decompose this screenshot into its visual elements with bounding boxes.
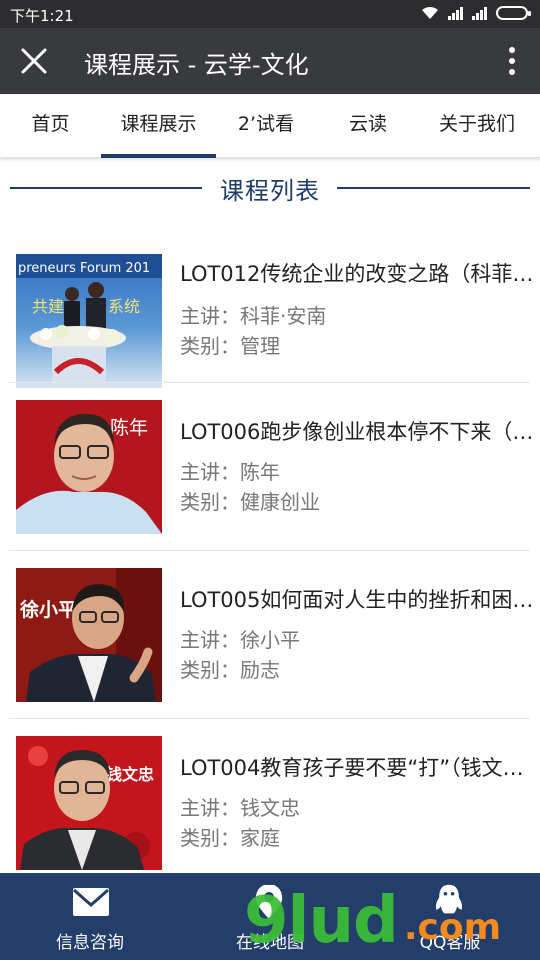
speaker-portrait: 徐小平 xyxy=(16,568,162,702)
speaker-name: 钱文忠 xyxy=(240,796,300,820)
course-item[interactable]: 徐小平 LOT005如何面对人生中的挫折和困难（徐小平） 主讲：徐小平 类别：励… xyxy=(0,550,540,719)
course-speaker: 主讲：科菲·安南 xyxy=(180,300,326,329)
signal-icon-2 xyxy=(472,6,487,20)
qq-penguin-icon xyxy=(435,884,463,914)
status-bar: 下午1:21 xyxy=(0,0,540,28)
course-thumbnail: 陈年 xyxy=(16,400,162,534)
tab-course-showcase[interactable]: 课程展示 xyxy=(101,94,216,158)
speaker-name: 陈年 xyxy=(240,460,280,484)
speaker-portrait: 钱文忠 xyxy=(16,736,162,870)
category-label: 类别： xyxy=(180,826,240,850)
category-label: 类别： xyxy=(180,490,240,514)
category-name: 励志 xyxy=(240,658,280,682)
mail-icon xyxy=(73,888,109,916)
thumb-speaker-name: 陈年 xyxy=(110,417,148,439)
thumb-banner-text-3: 系统 xyxy=(108,297,140,316)
forum-stage-image: preneurs Forum 201 共建 系统 xyxy=(16,254,162,388)
course-item[interactable]: 陈年 LOT006跑步像创业根本停不下来（陈年） 主讲：陈年 类别：健康创业 xyxy=(0,382,540,551)
active-tab-indicator xyxy=(101,154,216,158)
category-label: 类别： xyxy=(180,334,240,358)
tab-cloud-read[interactable]: 云读 xyxy=(316,94,420,158)
course-speaker: 主讲：陈年 xyxy=(180,456,280,485)
category-label: 类别： xyxy=(180,658,240,682)
tab-bar: 首页 课程展示 2’试看 云读 关于我们 xyxy=(0,94,540,158)
tab-about-us[interactable]: 关于我们 xyxy=(420,94,534,158)
course-title[interactable]: LOT005如何面对人生中的挫折和困难（徐小平） xyxy=(180,584,536,614)
speaker-portrait: 陈年 xyxy=(16,400,162,534)
speaker-label: 主讲： xyxy=(180,460,240,484)
more-button[interactable] xyxy=(500,41,524,81)
thumb-speaker-name: 钱文忠 xyxy=(106,765,154,784)
nav-online-map[interactable]: 在线地图 xyxy=(180,873,360,960)
page-title: 课程展示 - 云学-文化 xyxy=(84,51,309,79)
course-thumbnail: preneurs Forum 201 共建 系统 xyxy=(16,254,162,388)
course-item[interactable]: preneurs Forum 201 共建 系统 LOT012传统企业的改变之路… xyxy=(0,232,540,400)
status-icons xyxy=(421,6,531,20)
course-thumbnail: 钱文忠 xyxy=(16,736,162,870)
course-thumbnail: 徐小平 xyxy=(16,568,162,702)
bottom-nav: 信息咨询 在线地图 QQ客服 xyxy=(0,873,540,960)
course-title[interactable]: LOT006跑步像创业根本停不下来（陈年） xyxy=(180,416,536,446)
battery-icon xyxy=(496,6,531,20)
course-category: 类别：励志 xyxy=(180,654,280,683)
course-title[interactable]: LOT004教育孩子要不要“打”（钱文忠） xyxy=(180,752,536,782)
course-speaker: 主讲：钱文忠 xyxy=(180,792,300,821)
course-speaker: 主讲：徐小平 xyxy=(180,624,300,653)
app-bar: 课程展示 - 云学-文化 xyxy=(0,28,540,94)
tab-home[interactable]: 首页 xyxy=(0,94,101,158)
nav-label: QQ客服 xyxy=(419,933,481,953)
section-divider-right xyxy=(337,187,530,189)
thumb-speaker-name: 徐小平 xyxy=(19,598,77,621)
speaker-label: 主讲： xyxy=(180,304,240,328)
nav-label: 在线地图 xyxy=(236,933,304,953)
course-item[interactable]: 钱文忠 LOT004教育孩子要不要“打”（钱文忠） 主讲：钱文忠 类别：家庭 xyxy=(0,718,540,886)
thumb-banner-text-2: 共建 xyxy=(32,297,64,316)
signal-icon xyxy=(448,6,463,20)
course-category: 类别：家庭 xyxy=(180,822,280,851)
status-time: 下午1:21 xyxy=(10,7,74,25)
course-title[interactable]: LOT012传统企业的改变之路（科菲·安南） xyxy=(180,258,536,288)
nav-qq-service[interactable]: QQ客服 xyxy=(360,873,540,960)
speaker-label: 主讲： xyxy=(180,628,240,652)
speaker-name: 科菲·安南 xyxy=(240,304,327,328)
close-icon xyxy=(21,48,47,74)
thumb-banner-text: preneurs Forum 201 xyxy=(18,261,150,276)
nav-label: 信息咨询 xyxy=(56,933,124,953)
category-name: 家庭 xyxy=(240,826,280,850)
speaker-name: 徐小平 xyxy=(240,628,300,652)
speaker-label: 主讲： xyxy=(180,796,240,820)
nav-info-consult[interactable]: 信息咨询 xyxy=(0,873,180,960)
course-category: 类别：管理 xyxy=(180,330,280,359)
tab-preview[interactable]: 2’试看 xyxy=(216,94,316,158)
category-name: 健康创业 xyxy=(240,490,320,514)
category-name: 管理 xyxy=(240,334,280,358)
wifi-icon xyxy=(422,6,438,19)
more-vertical-icon xyxy=(509,47,515,75)
course-category: 类别：健康创业 xyxy=(180,486,320,515)
map-pin-icon xyxy=(255,885,283,919)
close-button[interactable] xyxy=(14,41,54,81)
